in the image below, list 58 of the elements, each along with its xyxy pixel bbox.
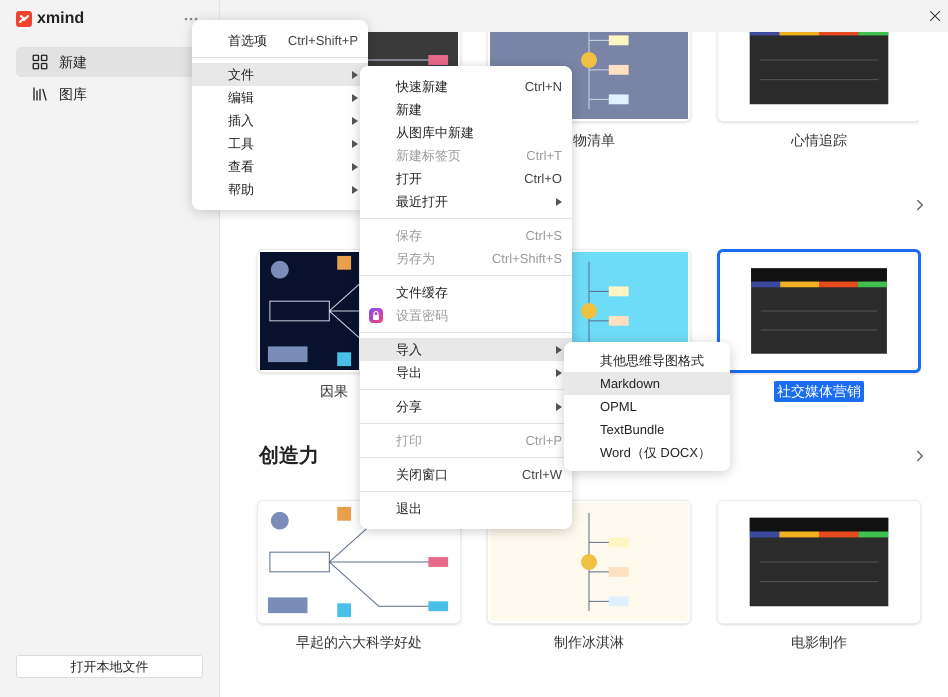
menu-item-label: 编辑 bbox=[228, 88, 254, 107]
menu-item-label: 最近打开 bbox=[396, 192, 448, 211]
shortcut-label: Ctrl+Shift+P bbox=[288, 32, 358, 50]
template-title: 早起的六大科学好处 bbox=[296, 632, 422, 652]
menu-item-label: 工具 bbox=[228, 134, 254, 153]
menu-item-label: 新建标签页 bbox=[396, 146, 461, 165]
menu-item-label: 另存为 bbox=[396, 250, 435, 268]
shortcut-label: Ctrl+T bbox=[526, 146, 562, 165]
menu-item[interactable]: 文件 bbox=[192, 63, 368, 86]
library-icon bbox=[31, 85, 49, 103]
menu-item[interactable]: 打开 Ctrl+O bbox=[360, 167, 572, 190]
grid-icon bbox=[31, 53, 49, 71]
menu-item[interactable]: Word（仅 DOCX） bbox=[564, 441, 730, 464]
menu-item-label: 帮助 bbox=[228, 180, 254, 199]
more-icon[interactable] bbox=[184, 17, 198, 21]
template-title: 电影制作 bbox=[791, 632, 847, 652]
menu-item-label: 文件缓存 bbox=[396, 284, 448, 302]
menu-item[interactable]: 文件缓存 bbox=[360, 281, 572, 304]
menu-item-label: 打印 bbox=[396, 432, 422, 450]
template-title: 物清单 bbox=[573, 130, 615, 150]
menu-item-label: 设置密码 bbox=[396, 306, 448, 325]
shortcut-label: Ctrl+W bbox=[522, 466, 562, 484]
logo-icon bbox=[16, 11, 32, 27]
menu-item[interactable]: 关闭窗口 Ctrl+W bbox=[360, 463, 572, 486]
lock-icon bbox=[369, 308, 383, 323]
menu-item-label: 退出 bbox=[396, 500, 422, 518]
menu-item-label: 插入 bbox=[228, 112, 254, 130]
menu-item-label: 快速新建 bbox=[396, 78, 448, 96]
menu-item[interactable]: 最近打开 bbox=[360, 190, 572, 213]
shortcut-label: Ctrl+O bbox=[524, 170, 562, 188]
open-local-file-button[interactable]: 打开本地文件 bbox=[16, 655, 203, 678]
shortcut-label: Ctrl+S bbox=[526, 226, 562, 245]
menu-item-label: 关闭窗口 bbox=[396, 466, 448, 484]
menu-item[interactable]: 从图库中新建 bbox=[360, 121, 572, 144]
menu-item-label: 首选项 bbox=[228, 32, 267, 50]
menu-item-label: 查看 bbox=[228, 158, 254, 176]
menu-item[interactable]: 退出 bbox=[360, 497, 572, 520]
template-title: 制作冰淇淋 bbox=[554, 632, 624, 652]
menu-item[interactable]: 导入 bbox=[360, 338, 572, 361]
template-title: 社交媒体营销 bbox=[774, 380, 864, 402]
menu-item-label: 导出 bbox=[396, 364, 422, 382]
menu-item-label: 导入 bbox=[396, 340, 422, 359]
menu-item-label: 从图库中新建 bbox=[396, 124, 474, 142]
template-title: 心情追踪 bbox=[791, 130, 847, 150]
menu-item-label: 打开 bbox=[396, 170, 422, 188]
section-heading: 创造力 bbox=[259, 444, 319, 469]
logo-text: xmind bbox=[37, 9, 84, 29]
shortcut-label: Ctrl+N bbox=[524, 78, 562, 96]
shortcut-label: Ctrl+P bbox=[526, 432, 562, 450]
template-title: 因果 bbox=[320, 382, 348, 400]
menu-item[interactable]: TextBundle bbox=[564, 418, 730, 441]
menu-item-label: 新建 bbox=[396, 100, 422, 119]
menu-item[interactable]: Markdown bbox=[564, 372, 730, 395]
shortcut-label: Ctrl+Shift+S bbox=[492, 250, 562, 268]
menu-item-label: 保存 bbox=[396, 226, 422, 245]
menu-item-label: 文件 bbox=[228, 66, 254, 84]
menu-item[interactable]: 新建 bbox=[360, 98, 572, 121]
menu-item-label: 分享 bbox=[396, 398, 422, 416]
